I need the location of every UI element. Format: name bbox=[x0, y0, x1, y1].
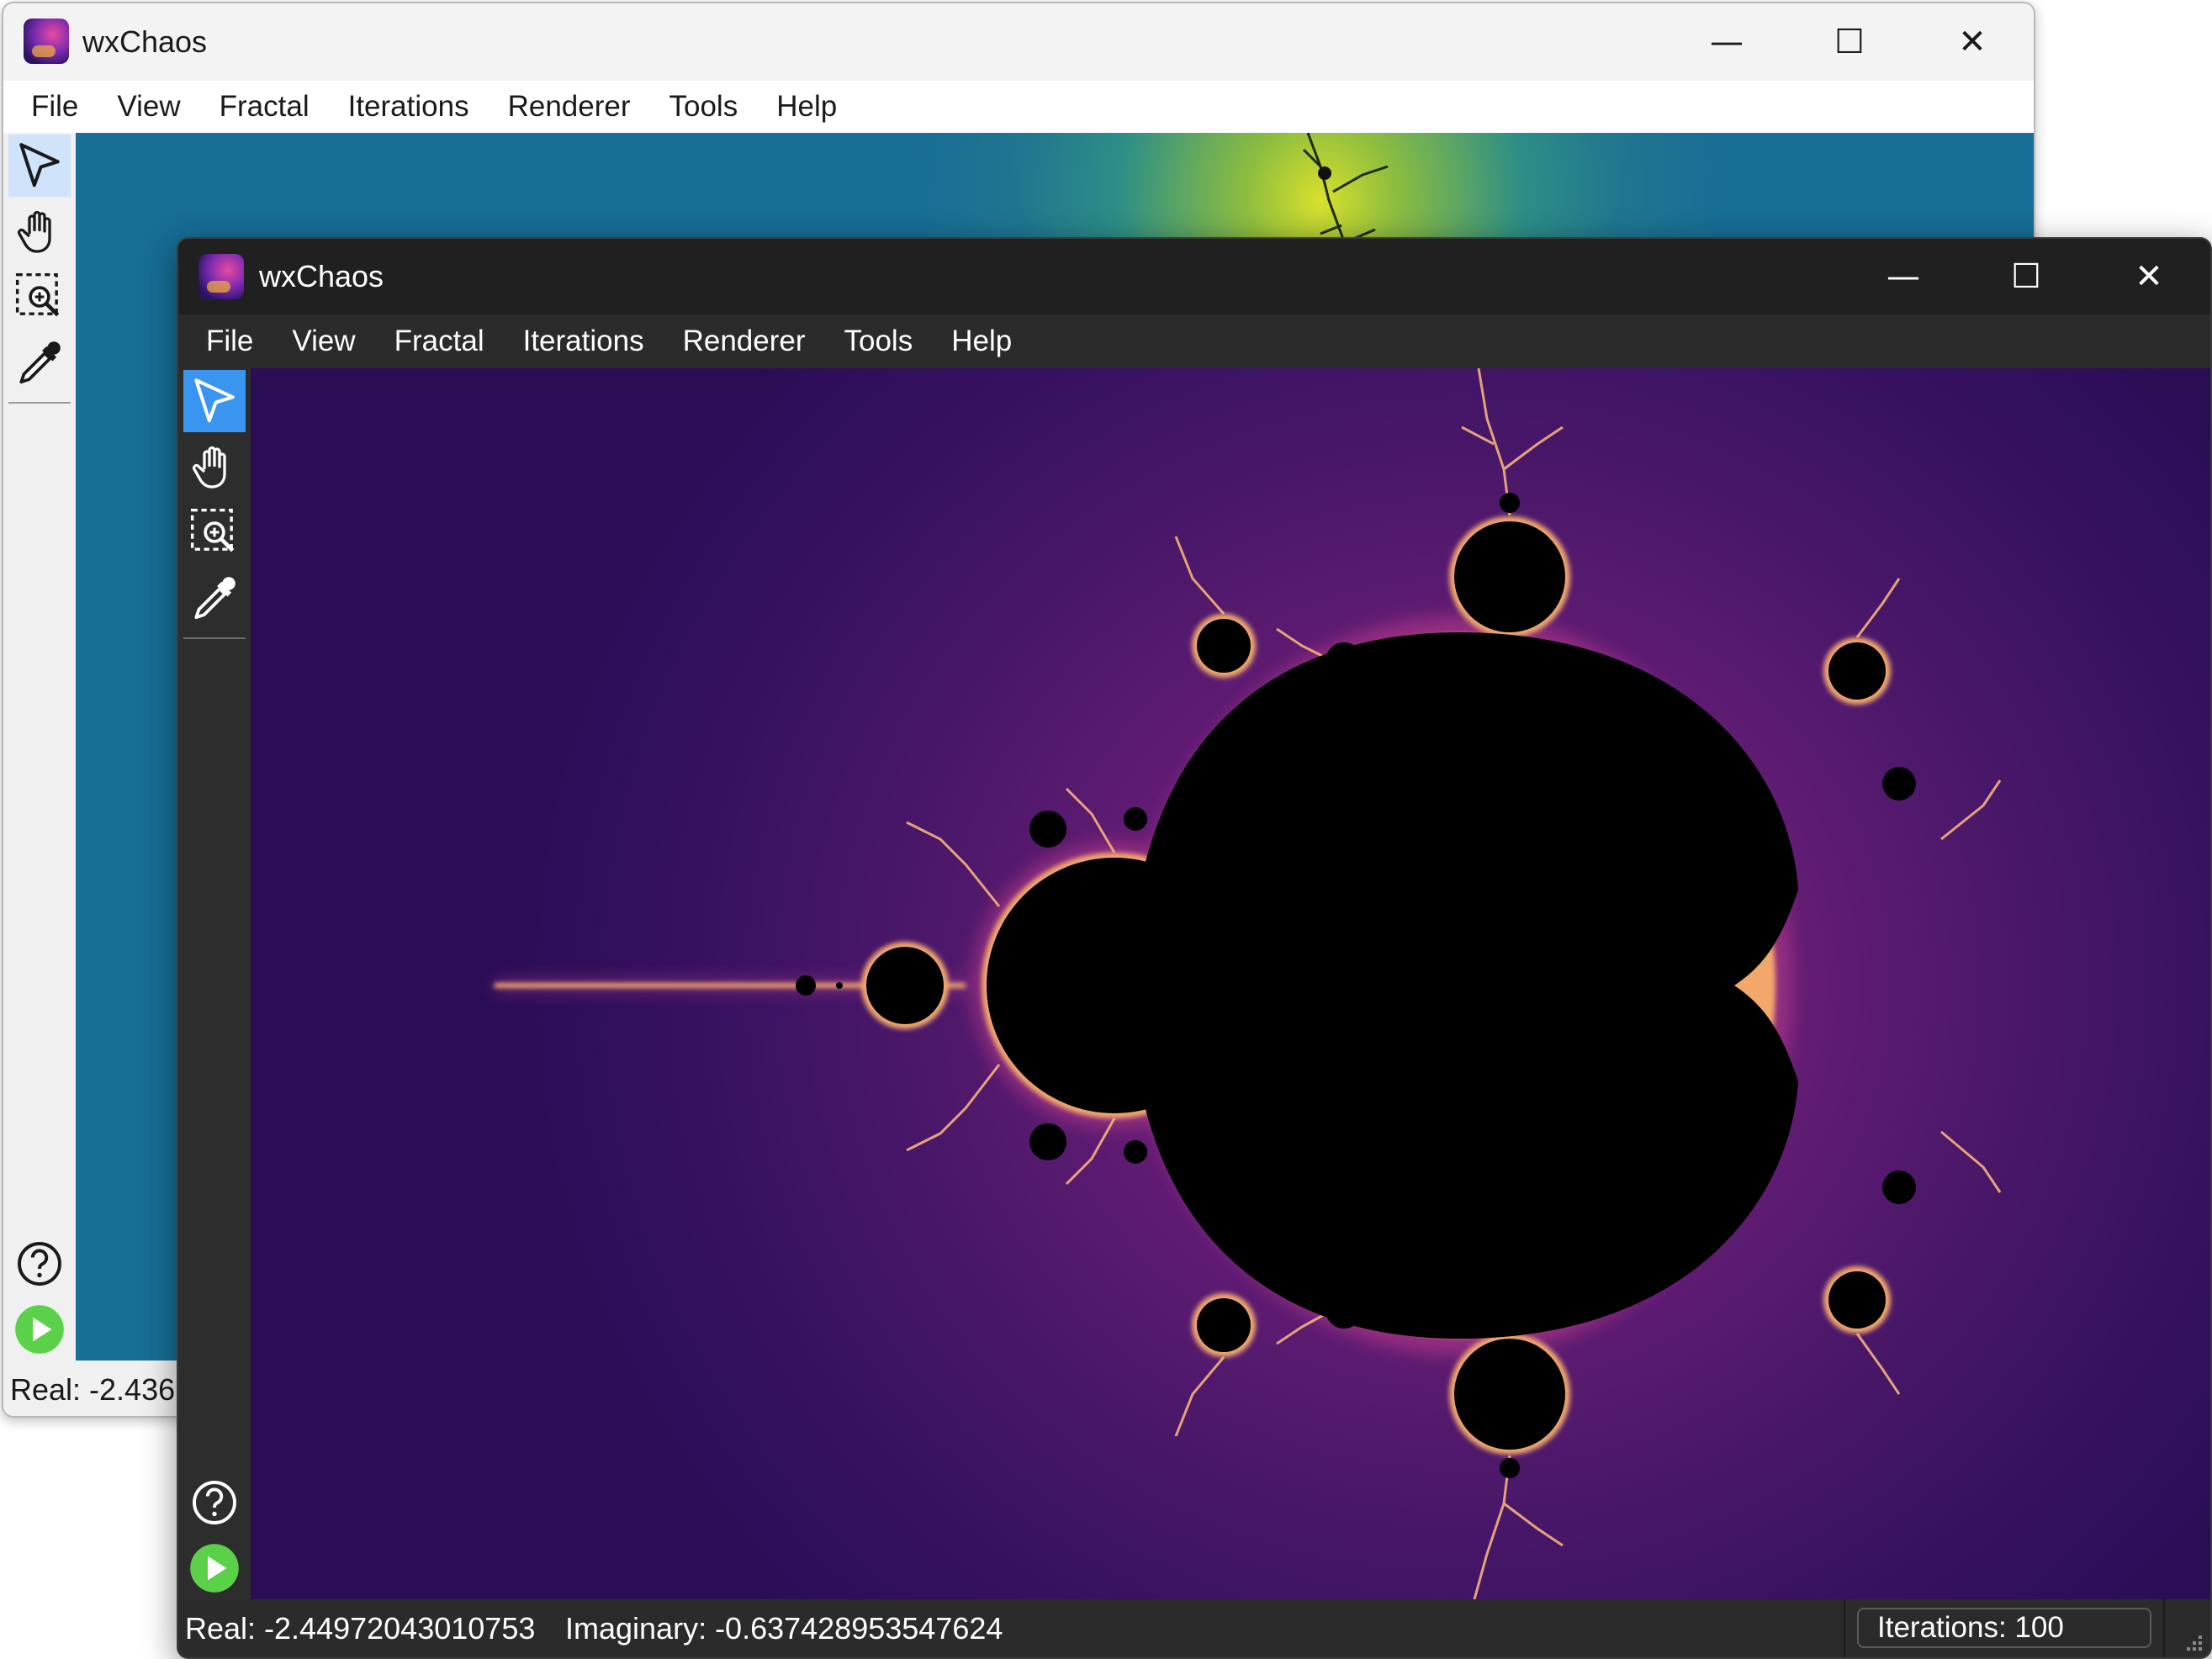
menu-file[interactable]: File bbox=[187, 315, 273, 367]
select-arrow-icon[interactable] bbox=[183, 370, 246, 432]
menu-fractal[interactable]: Fractal bbox=[375, 315, 504, 367]
menu-renderer[interactable]: Renderer bbox=[664, 315, 825, 367]
help-circle-icon[interactable] bbox=[183, 1471, 246, 1534]
menu-file[interactable]: File bbox=[12, 81, 98, 133]
close-button[interactable]: ✕ bbox=[1911, 3, 2034, 81]
back-window-title: wxChaos bbox=[82, 24, 208, 59]
wxchaos-app-icon bbox=[198, 254, 244, 299]
menu-renderer[interactable]: Renderer bbox=[489, 81, 650, 133]
play-icon[interactable] bbox=[8, 1298, 71, 1360]
minimize-button[interactable]: — bbox=[1842, 239, 1965, 314]
zoom-box-icon[interactable] bbox=[8, 266, 71, 328]
zoom-box-icon[interactable] bbox=[183, 501, 246, 563]
pan-hand-icon[interactable] bbox=[183, 436, 246, 498]
color-picker-icon[interactable] bbox=[183, 567, 246, 629]
menu-help[interactable]: Help bbox=[757, 81, 856, 133]
back-menu-bar: File View Fractal Iterations Renderer To… bbox=[3, 81, 2034, 133]
front-menu-bar: File View Fractal Iterations Renderer To… bbox=[178, 314, 2210, 368]
mandelbrot-canvas[interactable] bbox=[251, 368, 2210, 1599]
menu-view[interactable]: View bbox=[273, 315, 374, 367]
select-arrow-icon[interactable] bbox=[8, 135, 71, 197]
menu-help[interactable]: Help bbox=[932, 315, 1031, 367]
mandelbrot-fractal bbox=[495, 368, 2002, 1599]
color-picker-icon[interactable] bbox=[8, 331, 71, 394]
iterations-display: Iterations: 100 bbox=[1857, 1608, 2151, 1648]
front-title-bar[interactable]: wxChaos — ☐ ✕ bbox=[178, 239, 2210, 314]
maximize-button[interactable]: ☐ bbox=[1788, 3, 1911, 81]
menu-iterations[interactable]: Iterations bbox=[504, 315, 664, 367]
status-divider bbox=[1844, 1599, 1845, 1657]
resize-grip-icon[interactable] bbox=[2180, 1629, 2204, 1652]
menu-tools[interactable]: Tools bbox=[650, 81, 758, 133]
close-button[interactable]: ✕ bbox=[2088, 239, 2210, 314]
help-circle-icon[interactable] bbox=[8, 1233, 71, 1295]
toolbar-separator bbox=[8, 402, 71, 404]
front-window: wxChaos — ☐ ✕ File View Fractal Iteratio… bbox=[177, 237, 2212, 1659]
real-coordinate: Real: -2.4367 bbox=[10, 1372, 193, 1407]
menu-fractal[interactable]: Fractal bbox=[200, 81, 329, 133]
toolbar-separator bbox=[183, 637, 246, 639]
back-tool-bar bbox=[3, 133, 76, 1360]
back-title-bar[interactable]: wxChaos — ☐ ✕ bbox=[3, 3, 2034, 81]
front-window-title: wxChaos bbox=[259, 259, 384, 293]
status-divider bbox=[2163, 1599, 2165, 1657]
menu-view[interactable]: View bbox=[98, 81, 199, 133]
imaginary-coordinate: Imaginary: -0.637428953547624 bbox=[565, 1611, 1003, 1646]
play-icon[interactable] bbox=[183, 1537, 246, 1599]
front-tool-bar bbox=[178, 368, 251, 1599]
maximize-button[interactable]: ☐ bbox=[1965, 239, 2088, 314]
wxchaos-app-icon bbox=[24, 18, 69, 64]
minimize-button[interactable]: — bbox=[1665, 3, 1788, 81]
pan-hand-icon[interactable] bbox=[8, 200, 71, 262]
real-coordinate: Real: -2.44972043010753 bbox=[185, 1611, 536, 1646]
menu-tools[interactable]: Tools bbox=[825, 315, 933, 367]
menu-iterations[interactable]: Iterations bbox=[329, 81, 489, 133]
front-status-bar: Real: -2.44972043010753 Imaginary: -0.63… bbox=[178, 1599, 2210, 1657]
